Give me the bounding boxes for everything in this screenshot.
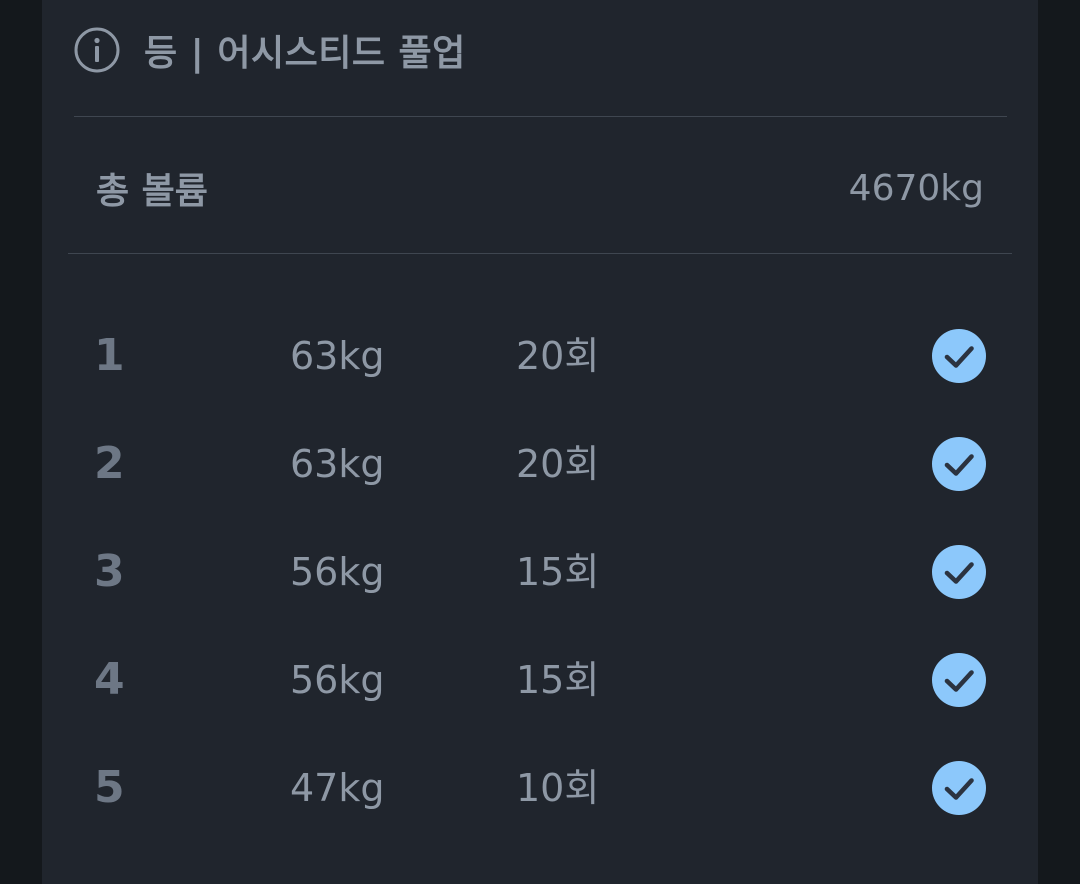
set-row: 1 63kg 20회 (42, 302, 1038, 410)
set-reps[interactable]: 15회 (516, 626, 599, 734)
info-icon[interactable] (74, 27, 120, 73)
summary-divider (68, 253, 1012, 254)
total-volume-value: 4670kg (848, 167, 984, 209)
set-row: 3 56kg 15회 (42, 518, 1038, 626)
set-reps[interactable]: 20회 (516, 410, 599, 518)
set-list: 1 63kg 20회 2 63kg 20회 3 56kg 15회 4 56kg (42, 302, 1038, 842)
set-complete-check-icon[interactable] (932, 437, 986, 491)
set-row: 4 56kg 15회 (42, 626, 1038, 734)
set-number: 2 (94, 438, 125, 489)
set-weight[interactable]: 63kg (290, 410, 384, 518)
set-row: 2 63kg 20회 (42, 410, 1038, 518)
set-number: 4 (94, 654, 125, 705)
set-number: 1 (94, 330, 125, 381)
total-volume-label: 총 볼륨 (96, 171, 208, 212)
set-number: 3 (94, 546, 125, 597)
header-divider (74, 116, 1007, 117)
set-complete-check-icon[interactable] (932, 545, 986, 599)
set-reps[interactable]: 20회 (516, 302, 599, 410)
set-weight[interactable]: 56kg (290, 518, 384, 626)
set-weight[interactable]: 56kg (290, 626, 384, 734)
total-volume-row: 총 볼륨 4670kg (96, 155, 984, 221)
set-reps[interactable]: 15회 (516, 518, 599, 626)
set-complete-check-icon[interactable] (932, 653, 986, 707)
exercise-title: 등 | 어시스티드 풀업 (144, 33, 466, 74)
set-complete-check-icon[interactable] (932, 329, 986, 383)
set-weight[interactable]: 47kg (290, 734, 384, 842)
set-weight[interactable]: 63kg (290, 302, 384, 410)
set-number: 5 (94, 762, 125, 813)
exercise-card: 등 | 어시스티드 풀업 총 볼륨 4670kg 1 63kg 20회 2 63… (42, 0, 1038, 884)
set-row: 5 47kg 10회 (42, 734, 1038, 842)
set-complete-check-icon[interactable] (932, 761, 986, 815)
exercise-header: 등 | 어시스티드 풀업 (74, 0, 466, 100)
set-reps[interactable]: 10회 (516, 734, 599, 842)
